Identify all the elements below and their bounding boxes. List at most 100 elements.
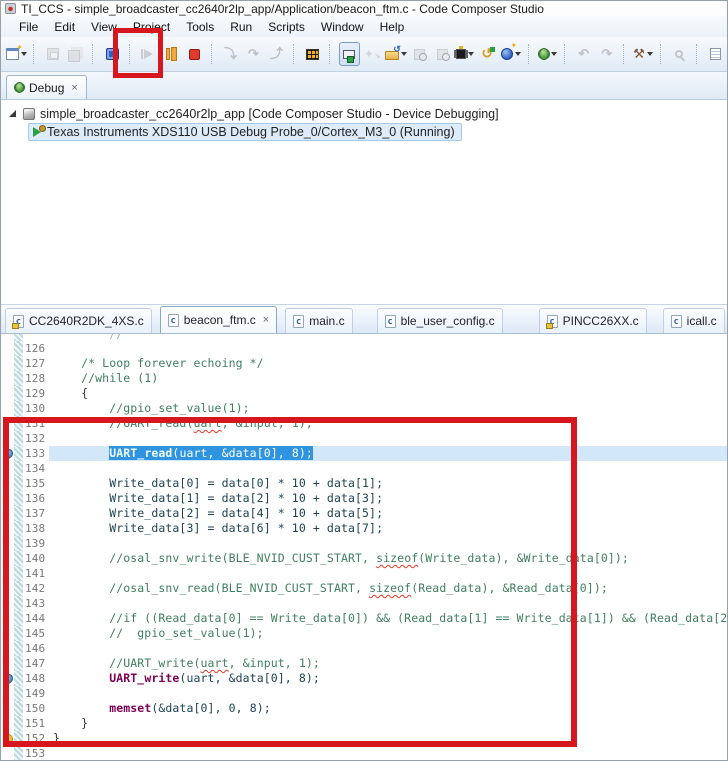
connect-target-button[interactable] bbox=[338, 42, 360, 66]
menu-file[interactable]: File bbox=[11, 18, 46, 36]
code-line-138[interactable]: 138 Write_data[3] = data[6] * 10 + data[… bbox=[1, 521, 727, 536]
menu-tools[interactable]: Tools bbox=[178, 18, 222, 36]
editor-tab-ble_user_config-c[interactable]: c ble_user_config.c bbox=[376, 308, 503, 333]
line-number[interactable]: 133 bbox=[23, 446, 49, 461]
code-line-145[interactable]: 145 // gpio_set_value(1); bbox=[1, 626, 727, 641]
line-number[interactable]: 141 bbox=[23, 566, 49, 581]
code-line-126[interactable]: 126 bbox=[1, 341, 727, 356]
line-number[interactable]: 150 bbox=[23, 701, 49, 716]
line-number[interactable]: 144 bbox=[23, 611, 49, 626]
code-line-146[interactable]: 146 bbox=[1, 641, 727, 656]
code-line-125[interactable]: // bbox=[1, 334, 727, 341]
dropdown-arrow-icon[interactable] bbox=[468, 52, 475, 56]
code-line-141[interactable]: 141 bbox=[1, 566, 727, 581]
code-line-143[interactable]: 143 bbox=[1, 596, 727, 611]
annotation-gutter[interactable] bbox=[1, 641, 14, 656]
refresh-target-button[interactable] bbox=[501, 42, 522, 66]
line-number[interactable]: 139 bbox=[23, 536, 49, 551]
line-number[interactable]: 129 bbox=[23, 386, 49, 401]
step-over-button[interactable] bbox=[243, 42, 264, 66]
line-number[interactable]: 128 bbox=[23, 371, 49, 386]
code-line-127[interactable]: 127 /* Loop forever echoing */ bbox=[1, 356, 727, 371]
resume-button[interactable] bbox=[138, 42, 159, 66]
step-into-button[interactable] bbox=[220, 42, 241, 66]
menu-window[interactable]: Window bbox=[313, 18, 372, 36]
dropdown-arrow-icon[interactable] bbox=[550, 52, 557, 56]
line-number[interactable]: 127 bbox=[23, 356, 49, 371]
open-element-button[interactable] bbox=[669, 42, 690, 66]
dropdown-arrow-icon[interactable] bbox=[515, 52, 522, 56]
annotation-gutter[interactable] bbox=[1, 491, 14, 506]
code-line-133[interactable]: 133 UART_read(uart, &data[0], 8); bbox=[1, 446, 727, 461]
line-number[interactable]: 149 bbox=[23, 686, 49, 701]
code-line-140[interactable]: 140 //osal_snv_write(BLE_NVID_CUST_START… bbox=[1, 551, 727, 566]
annotation-gutter[interactable] bbox=[1, 386, 14, 401]
line-number[interactable]: 145 bbox=[23, 626, 49, 641]
save-all-button[interactable] bbox=[65, 42, 86, 66]
breakpoint-icon[interactable] bbox=[1, 673, 14, 684]
line-number[interactable]: 136 bbox=[23, 491, 49, 506]
line-number[interactable]: 140 bbox=[23, 551, 49, 566]
line-number[interactable]: 142 bbox=[23, 581, 49, 596]
annotation-gutter[interactable] bbox=[1, 551, 14, 566]
code-line-142[interactable]: 142 //osal_snv_read(BLE_NVID_CUST_START,… bbox=[1, 581, 727, 596]
open-console-button[interactable] bbox=[705, 42, 726, 66]
code-line-139[interactable]: 139 bbox=[1, 536, 727, 551]
target-wizard-button[interactable] bbox=[362, 42, 383, 66]
line-number[interactable]: 134 bbox=[23, 461, 49, 476]
code-line-150[interactable]: 150 memset(&data[0], 0, 8); bbox=[1, 701, 727, 716]
line-number[interactable]: 130 bbox=[23, 401, 49, 416]
debug-thread-selection[interactable]: Texas Instruments XDS110 USB Debug Probe… bbox=[28, 123, 462, 141]
save-button[interactable] bbox=[42, 42, 63, 66]
new-button[interactable] bbox=[6, 42, 27, 66]
menu-project[interactable]: Project bbox=[125, 18, 178, 36]
line-number[interactable]: 126 bbox=[23, 341, 49, 356]
annotation-gutter[interactable] bbox=[1, 686, 14, 701]
chevron-expanded-icon[interactable] bbox=[9, 109, 16, 117]
code-line-128[interactable]: 128 //while (1) bbox=[1, 371, 727, 386]
annotation-gutter[interactable]: ! bbox=[1, 731, 14, 746]
debug-session-row[interactable]: simple_broadcaster_cc2640r2lp_app [Code … bbox=[1, 105, 727, 123]
annotation-gutter[interactable] bbox=[1, 566, 14, 581]
code-editor[interactable]: //126 127 /* Loop forever echoing */128 /… bbox=[1, 334, 727, 760]
code-line-151[interactable]: 151 } bbox=[1, 716, 727, 731]
code-line-136[interactable]: 136 Write_data[1] = data[2] * 10 + data[… bbox=[1, 491, 727, 506]
menu-run[interactable]: Run bbox=[222, 18, 260, 36]
code-line-131[interactable]: 131 //UART_read(uart, &input, 1); bbox=[1, 416, 727, 431]
debug-button[interactable] bbox=[537, 42, 558, 66]
menu-view[interactable]: View bbox=[83, 18, 125, 36]
annotation-gutter[interactable] bbox=[1, 581, 14, 596]
code-line-144[interactable]: 144 //if ((Read_data[0] == Write_data[0]… bbox=[1, 611, 727, 626]
annotation-gutter[interactable] bbox=[1, 476, 14, 491]
annotation-gutter[interactable] bbox=[1, 626, 14, 641]
line-number[interactable] bbox=[23, 334, 49, 341]
annotation-gutter[interactable] bbox=[1, 341, 14, 356]
annotation-gutter[interactable] bbox=[1, 521, 14, 536]
dropdown-arrow-icon[interactable] bbox=[646, 52, 653, 56]
dropdown-arrow-icon[interactable] bbox=[21, 52, 27, 56]
dropdown-arrow-icon[interactable] bbox=[400, 52, 407, 56]
code-line-132[interactable]: 132 bbox=[1, 431, 727, 446]
annotation-gutter[interactable] bbox=[1, 701, 14, 716]
annotation-gutter[interactable] bbox=[1, 446, 14, 461]
debug-history-button[interactable] bbox=[432, 42, 453, 66]
annotation-gutter[interactable] bbox=[1, 431, 14, 446]
reset-cpu-button[interactable] bbox=[478, 42, 499, 66]
code-line-148[interactable]: 148 UART_write(uart, &data[0], 8); bbox=[1, 671, 727, 686]
line-number[interactable]: 135 bbox=[23, 476, 49, 491]
navigate-back-button[interactable] bbox=[573, 42, 594, 66]
annotation-gutter[interactable] bbox=[1, 334, 14, 341]
step-return-button[interactable] bbox=[266, 42, 287, 66]
breakpoint-icon[interactable] bbox=[1, 448, 14, 459]
close-icon[interactable]: × bbox=[261, 314, 269, 326]
annotation-gutter[interactable] bbox=[1, 371, 14, 386]
tab-debug[interactable]: Debug × bbox=[6, 75, 87, 99]
suspend-button[interactable] bbox=[161, 42, 182, 66]
annotation-gutter[interactable] bbox=[1, 401, 14, 416]
code-line-152[interactable]: ! 152} bbox=[1, 731, 727, 746]
line-number[interactable]: 131 bbox=[23, 416, 49, 431]
annotation-gutter[interactable] bbox=[1, 416, 14, 431]
editor-tab-icall-c[interactable]: c icall.c bbox=[662, 308, 725, 333]
annotation-gutter[interactable] bbox=[1, 506, 14, 521]
line-number[interactable]: 152 bbox=[23, 731, 49, 746]
